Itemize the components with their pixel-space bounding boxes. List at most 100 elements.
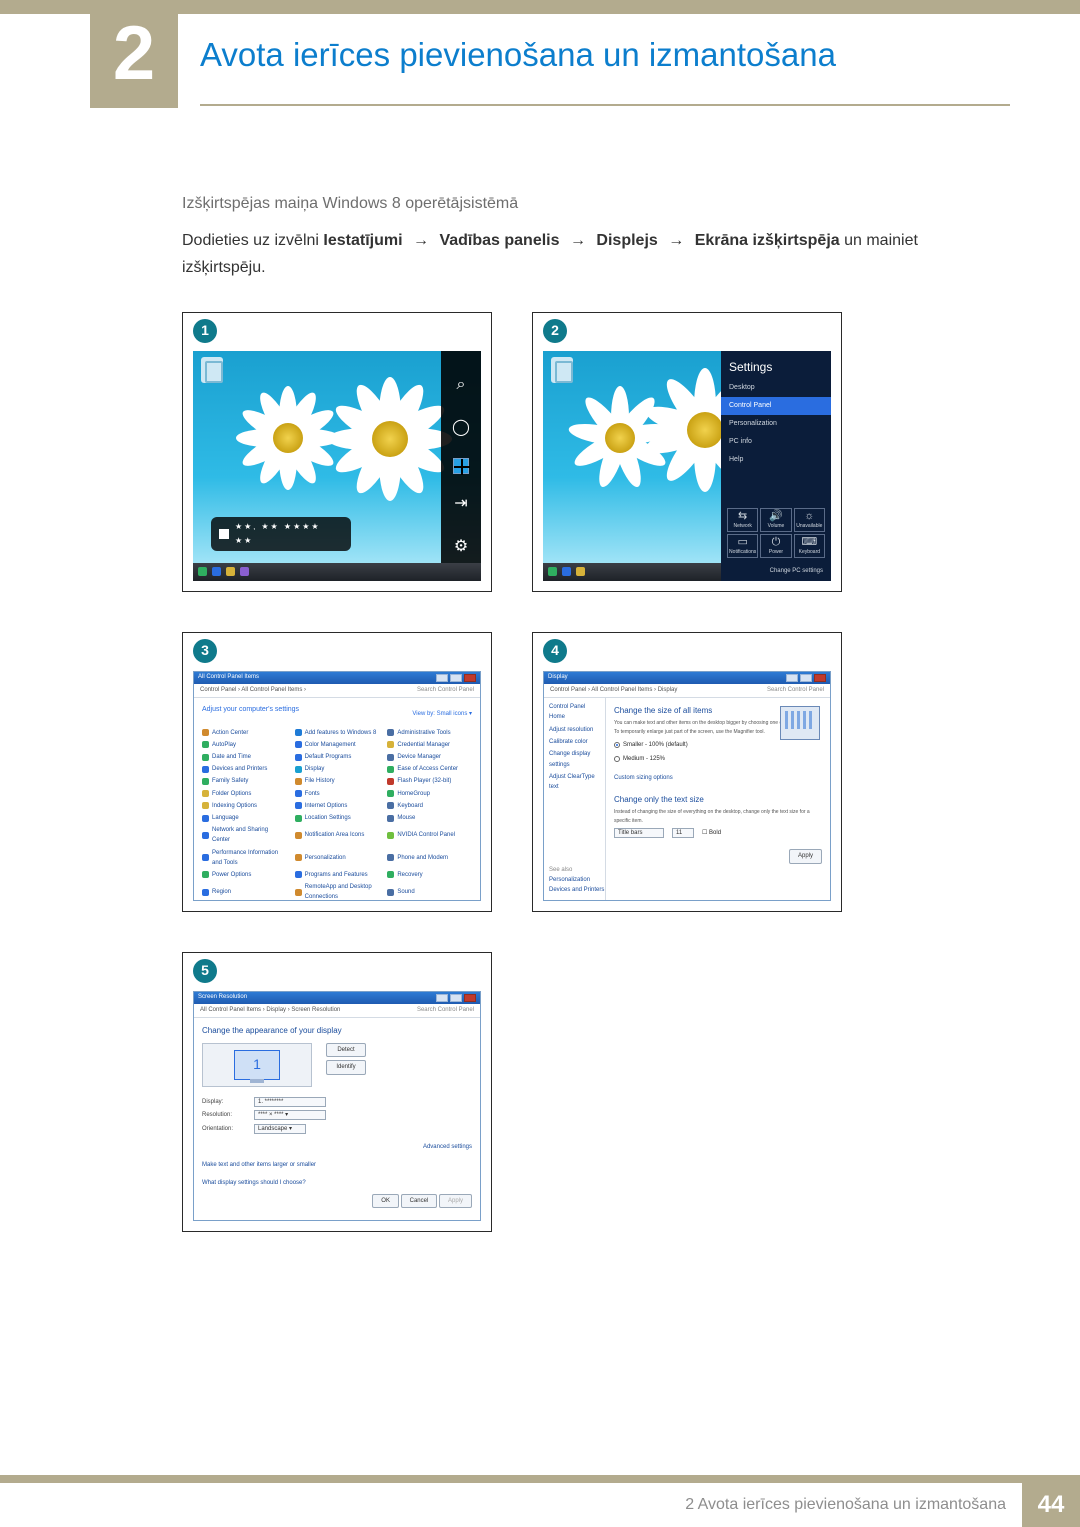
taskbar-icon (212, 567, 221, 576)
item-label: Personalization (305, 853, 346, 863)
window-titlebar: All Control Panel Items (194, 672, 480, 684)
item-label: Date and Time (212, 752, 251, 762)
item-icon (387, 741, 394, 748)
item-label: Credential Manager (397, 740, 450, 750)
sidebar-see-also: See also Personalization Devices and Pri… (549, 865, 604, 896)
search-placeholder: Search Control Panel (417, 685, 474, 695)
control-panel-item: Sound (387, 882, 472, 899)
para-prefix: Dodieties uz izvēlni (182, 232, 323, 249)
item-icon (295, 854, 302, 861)
search-icon: ⌕ (457, 371, 466, 398)
figure-badge-4: 4 (543, 639, 567, 663)
content-area: Izšķirtspējas maiņa Windows 8 operētājsi… (182, 190, 970, 1447)
settings-item-help: Help (721, 451, 831, 469)
win8-desktop: ★★‚ ★★ ★★★★ ★★ ⌕ ◯ ⇥ ⚙ (193, 351, 481, 581)
charms-bar: ⌕ ◯ ⇥ ⚙ (441, 351, 481, 581)
taskbar-icon (240, 567, 249, 576)
display-main: Change the size of all items You can mak… (606, 698, 830, 900)
win8-desktop: Settings Desktop Control Panel Personali… (543, 351, 831, 581)
monitor-preview-icon: 1 (234, 1050, 280, 1080)
control-panel-window: All Control Panel Items Control Panel › … (193, 671, 481, 901)
item-icon (202, 754, 209, 761)
step-3: Displejs (596, 232, 657, 249)
item-label: Performance Information and Tools (212, 848, 287, 868)
settings-pane: Settings Desktop Control Panel Personali… (721, 351, 831, 581)
control-panel-item: Folder Options (202, 789, 287, 799)
settings-pane-title: Settings (721, 351, 831, 379)
resolution-main: Change the appearance of your display 1 … (194, 1018, 480, 1220)
control-panel-item: Date and Time (202, 752, 287, 762)
figure-badge-1: 1 (193, 319, 217, 343)
item-label: Programs and Features (305, 870, 368, 880)
control-panel-item: Credential Manager (387, 740, 472, 750)
item-label: Notification Area Icons (305, 830, 365, 840)
item-label: Folder Options (212, 789, 251, 799)
item-icon (387, 832, 394, 839)
breadcrumb-path: Control Panel › All Control Panel Items … (550, 685, 677, 695)
display-select: 1. ******** (254, 1097, 326, 1107)
item-label: RemoteApp and Desktop Connections (305, 882, 380, 899)
item-label: Action Center (212, 728, 248, 738)
resolution-select: **** × **** ▾ (254, 1110, 326, 1120)
control-panel-item: HomeGroup (387, 789, 472, 799)
window-titlebar: Screen Resolution (194, 992, 480, 1004)
brightness-icon: ☼Unavailable (794, 508, 825, 532)
item-label: Network and Sharing Center (212, 825, 287, 845)
section-desc-2: Instead of changing the size of everythi… (614, 808, 822, 825)
control-panel-item: Color Management (295, 740, 380, 750)
control-panel-item: Flash Player (32-bit) (387, 776, 472, 786)
monitor-preview-row: 1 Detect Identify (202, 1043, 472, 1087)
breadcrumb: Control Panel › All Control Panel Items … (544, 684, 830, 698)
step-2: Vadības panelis (439, 232, 559, 249)
window-close-icon (464, 994, 476, 1002)
item-icon (202, 832, 209, 839)
item-icon (295, 815, 302, 822)
page-number: 44 (1022, 1483, 1080, 1527)
window-min-icon (786, 674, 798, 682)
item-icon (387, 766, 394, 773)
item-label: Ease of Access Center (397, 764, 458, 774)
item-icon (387, 854, 394, 861)
overlay-stars: ★★‚ ★★ ★★★★ ★★ (235, 520, 343, 547)
item-label: Phone and Modem (397, 853, 448, 863)
item-label: HomeGroup (397, 789, 430, 799)
control-panel-item: Indexing Options (202, 801, 287, 811)
control-panel-item: RemoteApp and Desktop Connections (295, 882, 380, 899)
window-min-icon (436, 994, 448, 1002)
control-panel-items-grid: Action CenterAdd features to Windows 8Ad… (202, 728, 472, 900)
resolution-field: Resolution:**** × **** ▾ (202, 1110, 472, 1120)
control-panel-item: Mouse (387, 813, 472, 823)
orientation-select: Landscape ▾ (254, 1124, 306, 1134)
taskbar (193, 563, 481, 581)
subheading: Izšķirtspējas maiņa Windows 8 operētājsi… (182, 190, 970, 217)
control-panel-item: Keyboard (387, 801, 472, 811)
window-max-icon (450, 994, 462, 1002)
item-icon (295, 778, 302, 785)
option-medium: Medium - 125% (614, 754, 822, 764)
keyboard-icon: ⌨Keyboard (794, 534, 825, 558)
breadcrumb-path: All Control Panel Items › Display › Scre… (200, 1005, 340, 1015)
control-panel-item: Notification Area Icons (295, 825, 380, 845)
text-size-select: 11 (672, 828, 694, 838)
item-icon (387, 889, 394, 896)
sidebar-heading: Control Panel Home (549, 702, 600, 722)
settings-item-personalization: Personalization (721, 415, 831, 433)
taskbar-icon (562, 567, 571, 576)
display-field: Display:1. ******** (202, 1097, 472, 1107)
ok-button: OK (372, 1194, 399, 1208)
item-icon (387, 754, 394, 761)
figure-3: 3 All Control Panel Items Control Panel … (182, 632, 492, 912)
item-label: Default Programs (305, 752, 352, 762)
item-icon (202, 778, 209, 785)
what-settings-link: What display settings should I choose? (202, 1178, 472, 1188)
item-label: Sound (397, 887, 414, 897)
control-panel-item: File History (295, 776, 380, 786)
item-label: Region (212, 887, 231, 897)
sidebar-link-calibrate: Calibrate color (549, 737, 600, 747)
item-label: Administrative Tools (397, 728, 450, 738)
item-icon (295, 790, 302, 797)
figure-5: 5 Screen Resolution All Control Panel It… (182, 952, 492, 1232)
radio-icon (614, 756, 620, 762)
instruction-paragraph: Dodieties uz izvēlni Iestatījumi → Vadīb… (182, 227, 970, 281)
detect-button: Detect (326, 1043, 366, 1057)
